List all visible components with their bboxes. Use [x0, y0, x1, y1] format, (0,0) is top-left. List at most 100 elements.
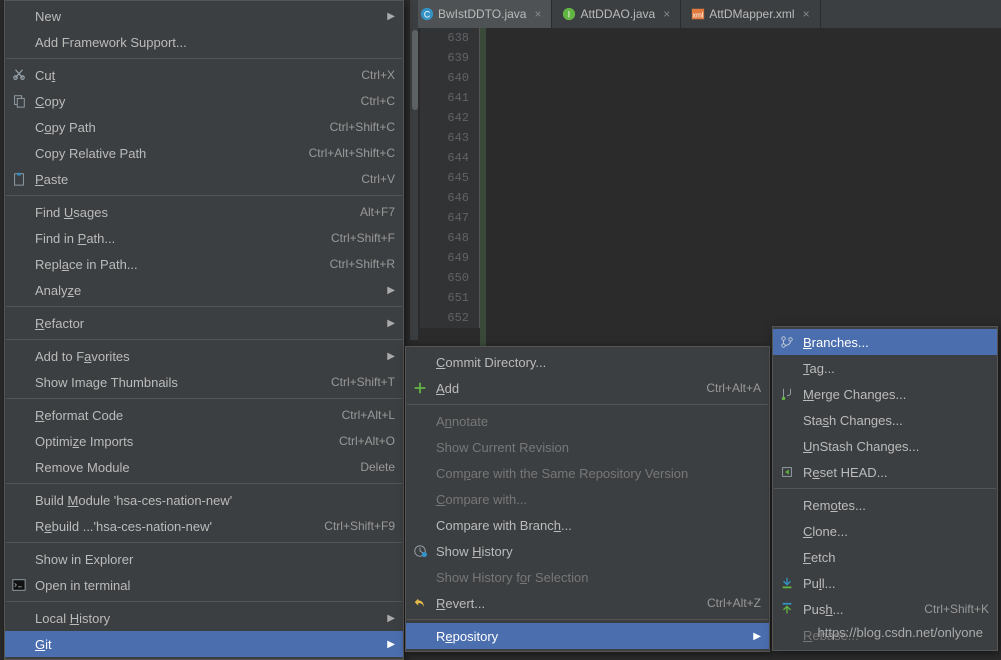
- line-number: 644: [420, 148, 469, 168]
- menu-item-label: Fetch: [803, 550, 989, 565]
- menu-item-label: Compare with the Same Repository Version: [436, 466, 761, 481]
- menu-item-shortcut: Delete: [360, 460, 395, 474]
- menu-item[interactable]: Copy Relative PathCtrl+Alt+Shift+C: [5, 140, 403, 166]
- submenu-arrow-icon: ▶: [387, 351, 395, 362]
- merge-icon: [779, 386, 795, 402]
- menu-item-shortcut: Ctrl+Alt+A: [706, 381, 761, 395]
- menu-item[interactable]: Optimize ImportsCtrl+Alt+O: [5, 428, 403, 454]
- line-number: 640: [420, 68, 469, 88]
- menu-item[interactable]: PasteCtrl+V: [5, 166, 403, 192]
- menu-item[interactable]: Revert...Ctrl+Alt+Z: [406, 590, 769, 616]
- menu-item-shortcut: Ctrl+Shift+F9: [324, 519, 395, 533]
- menu-item[interactable]: Tag...: [773, 355, 997, 381]
- menu-item-label: Copy Path: [35, 120, 330, 135]
- submenu-arrow-icon: ▶: [387, 285, 395, 296]
- menu-item[interactable]: Open in terminal: [5, 572, 403, 598]
- close-icon[interactable]: ×: [663, 7, 670, 21]
- menu-item-shortcut: Ctrl+Alt+Z: [707, 596, 761, 610]
- revert-icon: [412, 595, 428, 611]
- menu-item-shortcut: Ctrl+Shift+C: [330, 120, 395, 134]
- menu-item[interactable]: UnStash Changes...: [773, 433, 997, 459]
- menu-item[interactable]: Repository▶: [406, 623, 769, 649]
- menu-item[interactable]: Fetch: [773, 544, 997, 570]
- menu-item[interactable]: Remotes...: [773, 492, 997, 518]
- menu-item[interactable]: Find UsagesAlt+F7: [5, 199, 403, 225]
- add-icon: [412, 380, 428, 396]
- context-menu-repository[interactable]: Branches... Tag... Merge Changes... Stash C…: [772, 326, 998, 651]
- line-number: 646: [420, 188, 469, 208]
- menu-item[interactable]: Reset HEAD...: [773, 459, 997, 485]
- menu-item[interactable]: AddCtrl+Alt+A: [406, 375, 769, 401]
- menu-item-label: Add to Favorites: [35, 349, 377, 364]
- menu-item[interactable]: Show History: [406, 538, 769, 564]
- submenu-arrow-icon: ▶: [387, 613, 395, 624]
- menu-item-label: Show in Explorer: [35, 552, 395, 567]
- tab-label: AttDMapper.xml: [709, 7, 794, 21]
- menu-item[interactable]: Show Image ThumbnailsCtrl+Shift+T: [5, 369, 403, 395]
- menu-item[interactable]: Reformat CodeCtrl+Alt+L: [5, 402, 403, 428]
- menu-item-label: Add Framework Support...: [35, 35, 395, 50]
- menu-item[interactable]: Replace in Path...Ctrl+Shift+R: [5, 251, 403, 277]
- menu-item[interactable]: Git▶: [5, 631, 403, 657]
- menu-item[interactable]: Clone...: [773, 518, 997, 544]
- separator: [6, 339, 402, 340]
- menu-item[interactable]: Copy PathCtrl+Shift+C: [5, 114, 403, 140]
- menu-item[interactable]: Remove ModuleDelete: [5, 454, 403, 480]
- context-menu-main[interactable]: New▶Add Framework Support...CutCtrl+XCop…: [4, 0, 404, 660]
- tab-label: BwIstDDTO.java: [438, 7, 526, 21]
- menu-item[interactable]: Stash Changes...: [773, 407, 997, 433]
- menu-item[interactable]: Merge Changes...: [773, 381, 997, 407]
- cut-icon: [11, 67, 27, 83]
- separator: [6, 398, 402, 399]
- menu-item-label: Show Image Thumbnails: [35, 375, 331, 390]
- menu-item-shortcut: Alt+F7: [360, 205, 395, 219]
- copy-icon: [11, 93, 27, 109]
- editor-tab[interactable]: IAttDDAO.java×: [552, 0, 681, 28]
- menu-item[interactable]: New▶: [5, 3, 403, 29]
- menu-item[interactable]: Push...Ctrl+Shift+K: [773, 596, 997, 622]
- menu-item-label: Local History: [35, 611, 377, 626]
- editor-tab[interactable]: C BwIstDDTO.java ×: [410, 0, 552, 28]
- menu-item-label: Branches...: [803, 335, 989, 350]
- menu-item[interactable]: Add to Favorites ▶: [5, 343, 403, 369]
- menu-item[interactable]: Pull...: [773, 570, 997, 596]
- context-menu-git[interactable]: Commit Directory... AddCtrl+Alt+A Annotate…: [405, 346, 770, 652]
- menu-item-label: New: [35, 9, 377, 24]
- scrollbar-thumb[interactable]: [412, 30, 418, 110]
- menu-item-label: Merge Changes...: [803, 387, 989, 402]
- line-number: 651: [420, 288, 469, 308]
- separator: [6, 58, 402, 59]
- menu-item[interactable]: Build Module 'hsa-ces-nation-new': [5, 487, 403, 513]
- menu-item-shortcut: Ctrl+X: [361, 68, 395, 82]
- menu-item-label: Revert...: [436, 596, 707, 611]
- menu-item[interactable]: Analyze▶: [5, 277, 403, 303]
- paste-icon: [11, 171, 27, 187]
- menu-item[interactable]: CutCtrl+X: [5, 62, 403, 88]
- menu-item-shortcut: Ctrl+Shift+R: [330, 257, 395, 271]
- svg-text:C: C: [424, 10, 430, 20]
- menu-item[interactable]: Show in Explorer: [5, 546, 403, 572]
- menu-item-label: Commit Directory...: [436, 355, 761, 370]
- menu-item[interactable]: Branches...: [773, 329, 997, 355]
- menu-item[interactable]: Compare with Branch...: [406, 512, 769, 538]
- close-icon[interactable]: ×: [803, 7, 810, 21]
- line-number: 647: [420, 208, 469, 228]
- menu-item-label: Tag...: [803, 361, 989, 376]
- menu-item[interactable]: Rebuild ...'hsa-ces-nation-new'Ctrl+Shif…: [5, 513, 403, 539]
- menu-item[interactable]: Refactor▶: [5, 310, 403, 336]
- close-icon[interactable]: ×: [534, 7, 541, 21]
- menu-item[interactable]: Local History ▶: [5, 605, 403, 631]
- history-icon: [412, 543, 428, 559]
- pull-icon: [779, 575, 795, 591]
- push-icon: [779, 601, 795, 617]
- menu-item[interactable]: Add Framework Support...: [5, 29, 403, 55]
- submenu-arrow-icon: ▶: [387, 639, 395, 650]
- editor-change-strip: [480, 28, 520, 348]
- menu-item[interactable]: Commit Directory...: [406, 349, 769, 375]
- separator: [6, 542, 402, 543]
- menu-item: Annotate: [406, 408, 769, 434]
- menu-item-label: Reset HEAD...: [803, 465, 989, 480]
- editor-tab[interactable]: xmlAttDMapper.xml×: [681, 0, 820, 28]
- menu-item[interactable]: CopyCtrl+C: [5, 88, 403, 114]
- menu-item[interactable]: Find in Path...Ctrl+Shift+F: [5, 225, 403, 251]
